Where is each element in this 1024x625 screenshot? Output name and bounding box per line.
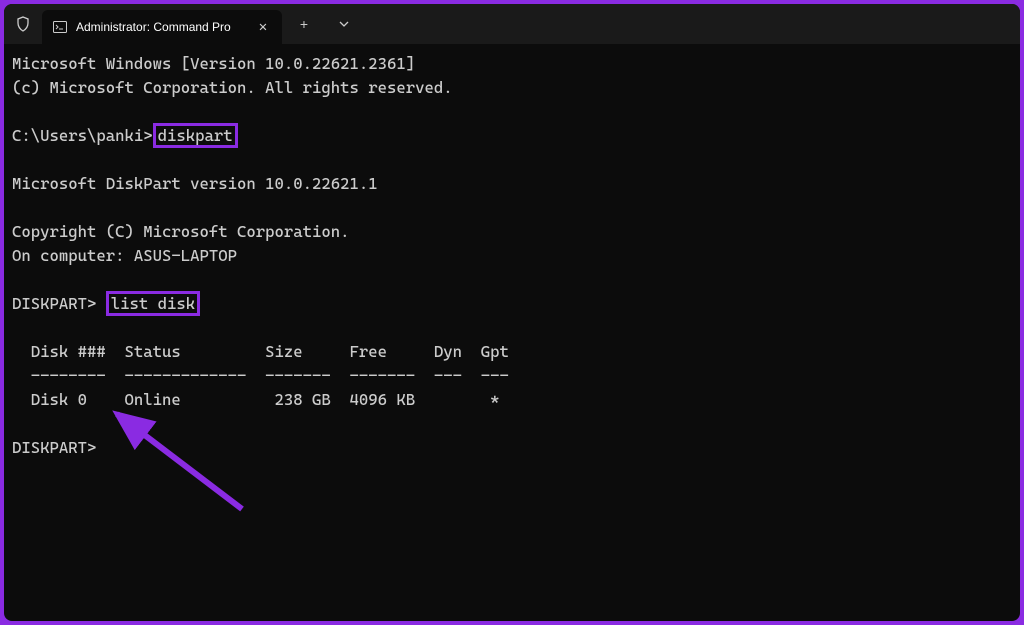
- tab-active[interactable]: Administrator: Command Pro ✕: [42, 10, 282, 44]
- titlebar: Administrator: Command Pro ✕ +: [4, 4, 1020, 44]
- table-header: Disk ### Status Size Free Dyn Gpt: [12, 342, 509, 361]
- copyright-line: (c) Microsoft Corporation. All rights re…: [12, 78, 453, 97]
- terminal-output[interactable]: Microsoft Windows [Version 10.0.22621.23…: [4, 44, 1020, 468]
- diskpart-version: Microsoft DiskPart version 10.0.22621.1: [12, 174, 378, 193]
- diskpart-prompt-empty: DISKPART>: [12, 438, 96, 457]
- prompt-prefix: C:\Users\panki>: [12, 126, 153, 145]
- shield-icon: [14, 15, 32, 33]
- tab-close-button[interactable]: ✕: [254, 18, 272, 36]
- diskpart-prompt: DISKPART>: [12, 294, 106, 313]
- command-diskpart: diskpart: [153, 123, 238, 148]
- diskpart-copyright: Copyright (C) Microsoft Corporation.: [12, 222, 350, 241]
- table-row-disk0: Disk 0 Online 238 GB 4096 KB *: [12, 390, 500, 409]
- table-divider: -------- ------------- ------- ------- -…: [12, 366, 509, 385]
- terminal-icon: [52, 19, 68, 35]
- computer-name: On computer: ASUS-LAPTOP: [12, 246, 237, 265]
- command-list-disk: list disk: [106, 291, 200, 316]
- version-line: Microsoft Windows [Version 10.0.22621.23…: [12, 54, 415, 73]
- tab-dropdown-button[interactable]: [326, 9, 362, 39]
- terminal-window: Administrator: Command Pro ✕ + Microsoft…: [4, 4, 1020, 621]
- new-tab-button[interactable]: +: [286, 9, 322, 39]
- tab-title: Administrator: Command Pro: [76, 20, 246, 34]
